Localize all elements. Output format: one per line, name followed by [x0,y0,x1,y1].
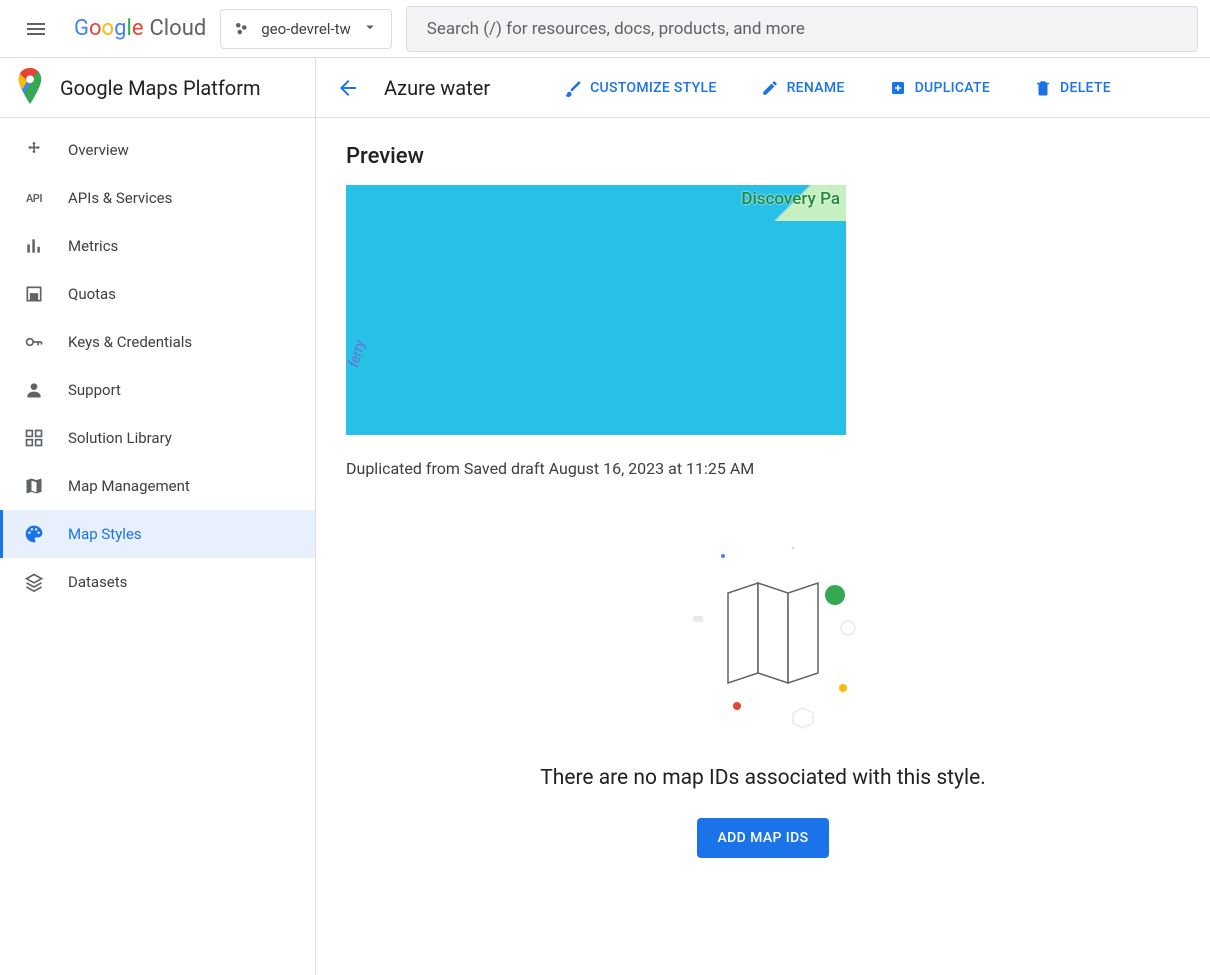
sidebar-item-label: Quotas [68,285,116,303]
bar-chart-icon [22,234,46,258]
sidebar-item-label: Keys & Credentials [68,333,192,351]
empty-state-text: There are no map IDs associated with thi… [540,766,986,790]
back-button[interactable] [336,76,360,100]
google-cloud-logo[interactable]: Google Cloud [74,16,206,41]
duplicate-icon [889,79,907,97]
product-title: Google Maps Platform [60,76,261,100]
search-bar[interactable] [406,6,1198,52]
map-preview: Discovery Pa ferry [346,185,846,435]
maps-pin-icon [16,68,44,108]
main-content: Azure water CUSTOMIZE STYLE RENAME DUPLI… [316,58,1210,975]
ferry-label: ferry [346,338,369,369]
layers-icon [22,570,46,594]
duplicate-button[interactable]: DUPLICATE [879,71,1000,105]
sidebar-item-map-styles[interactable]: Map Styles [0,510,315,558]
add-map-ids-button[interactable]: ADD MAP IDS [697,818,828,858]
key-icon [22,330,46,354]
search-input[interactable] [427,19,1177,39]
topbar: Google Cloud geo-devrel-tw [0,0,1210,58]
chevron-down-icon [361,18,379,40]
sidebar-item-support[interactable]: Support [0,366,315,414]
pencil-icon [761,79,779,97]
sidebar-item-label: APIs & Services [68,189,172,207]
sidebar-item-keys[interactable]: Keys & Credentials [0,318,315,366]
style-name: Azure water [384,76,490,100]
customize-style-button[interactable]: CUSTOMIZE STYLE [554,71,726,105]
sidebar-item-datasets[interactable]: Datasets [0,558,315,606]
hamburger-menu-button[interactable] [12,5,60,53]
move-icon [22,138,46,162]
sidebar: Google Maps Platform Overview API APIs &… [0,58,316,975]
api-icon: API [22,186,46,210]
map-icon [22,474,46,498]
sidebar-item-metrics[interactable]: Metrics [0,222,315,270]
sidebar-item-label: Support [68,381,121,399]
sidebar-item-quotas[interactable]: Quotas [0,270,315,318]
detail-header: Azure water CUSTOMIZE STYLE RENAME DUPLI… [316,58,1210,118]
sidebar-item-solution-library[interactable]: Solution Library [0,414,315,462]
product-header[interactable]: Google Maps Platform [0,58,315,118]
person-icon [22,378,46,402]
sidebar-item-label: Map Management [68,477,190,495]
rename-button[interactable]: RENAME [751,71,855,105]
sidebar-item-label: Metrics [68,237,118,255]
sidebar-item-label: Solution Library [68,429,172,447]
park-label: Discovery Pa [741,189,840,209]
sidebar-nav: Overview API APIs & Services Metrics Quo… [0,118,315,606]
preview-heading: Preview [346,144,1180,169]
project-name: geo-devrel-tw [261,20,351,38]
palette-icon [22,522,46,546]
logo-suffix: Cloud [149,16,206,41]
quota-icon [22,282,46,306]
empty-state: There are no map IDs associated with thi… [346,538,1180,858]
sidebar-item-apis[interactable]: API APIs & Services [0,174,315,222]
empty-map-illustration [663,538,863,738]
project-picker[interactable]: geo-devrel-tw [220,9,392,49]
sidebar-item-label: Map Styles [68,525,142,543]
sidebar-item-label: Overview [68,141,129,159]
sidebar-item-overview[interactable]: Overview [0,126,315,174]
brush-icon [564,79,582,97]
preview-caption: Duplicated from Saved draft August 16, 2… [346,459,1180,478]
project-icon [233,20,251,38]
sidebar-item-label: Datasets [68,573,127,591]
trash-icon [1034,79,1052,97]
delete-button[interactable]: DELETE [1024,71,1121,105]
sidebar-item-map-management[interactable]: Map Management [0,462,315,510]
widgets-icon [22,426,46,450]
